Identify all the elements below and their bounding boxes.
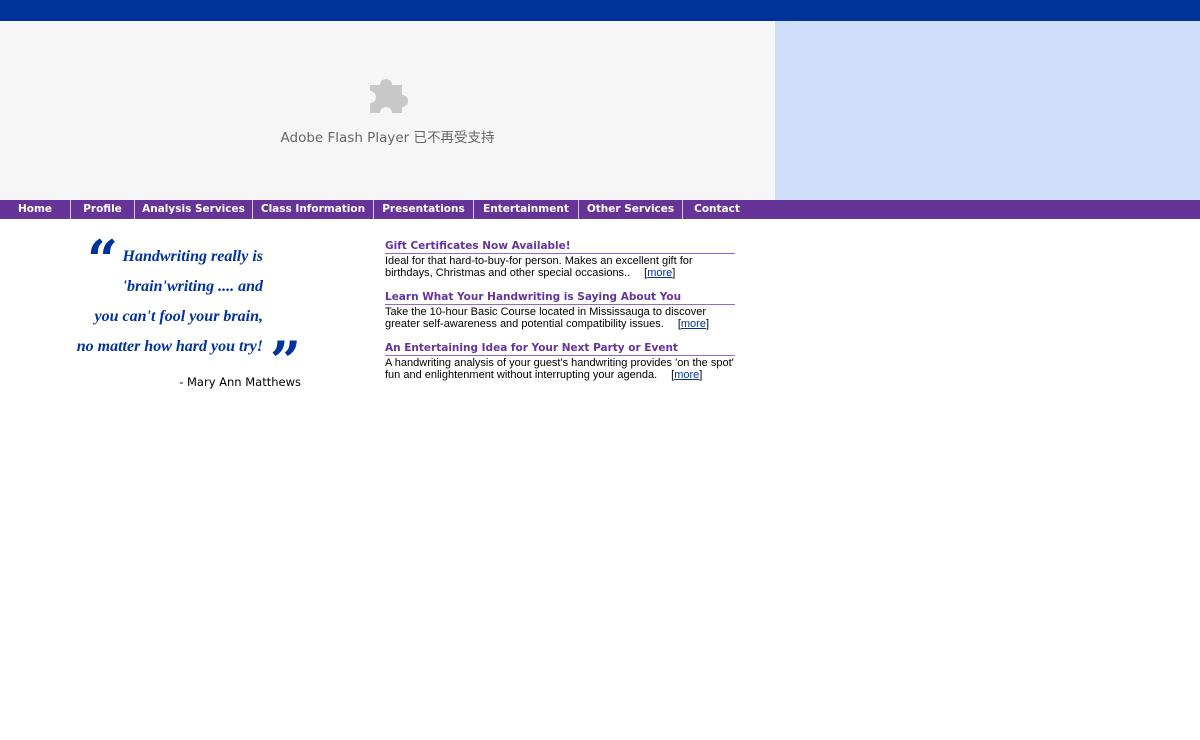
nav-entertainment[interactable]: Entertainment: [474, 200, 579, 219]
more-link[interactable]: more: [674, 369, 699, 381]
news-body: A handwriting analysis of your guest's h…: [385, 357, 735, 381]
news-title: Learn What Your Handwriting is Saying Ab…: [385, 291, 735, 305]
news-item-gift-certificates: Gift Certificates Now Available! Ideal f…: [385, 240, 735, 279]
quote-line: no matter how hard you try!: [76, 338, 263, 355]
main-navigation-bar: Home Profile Analysis Services Class Inf…: [0, 200, 1200, 219]
nav-other-services[interactable]: Other Services: [579, 200, 683, 219]
news-body: Take the 10-hour Basic Course located in…: [385, 306, 735, 330]
flash-unsupported-message: Adobe Flash Player 已不再受支持: [280, 130, 495, 146]
open-quote-icon: “: [87, 228, 119, 292]
news-list: Gift Certificates Now Available! Ideal f…: [385, 240, 735, 393]
news-body: Ideal for that hard-to-buy-for person. M…: [385, 255, 735, 279]
news-text-line: greater self-awareness and potential com…: [385, 318, 664, 330]
quote-author: - Mary Ann Matthews: [179, 375, 301, 389]
quote-line: Handwriting really is: [122, 248, 263, 265]
nav-presentations[interactable]: Presentations: [374, 200, 474, 219]
more-link[interactable]: more: [681, 318, 706, 330]
nav-class-information[interactable]: Class Information: [253, 200, 374, 219]
nav-contact[interactable]: Contact: [683, 200, 751, 219]
testimonial-quote: “ Handwriting really is 'brain'writing .…: [76, 228, 310, 396]
nav-analysis-services[interactable]: Analysis Services: [135, 200, 253, 219]
puzzle-piece-icon: [370, 79, 408, 113]
news-title: Gift Certificates Now Available!: [385, 240, 735, 254]
news-item-handwriting-course: Learn What Your Handwriting is Saying Ab…: [385, 291, 735, 330]
news-text-line: Take the 10-hour Basic Course located in…: [385, 306, 706, 318]
quote-line: you can't fool your brain,: [94, 308, 263, 325]
news-text-line: fun and enlightenment without interrupti…: [385, 369, 658, 381]
news-text-line: Ideal for that hard-to-buy-for person. M…: [385, 255, 693, 267]
news-text-line: A handwriting analysis of your guest's h…: [385, 357, 734, 369]
news-item-party-event: An Entertaining Idea for Your Next Party…: [385, 342, 735, 381]
news-text-line: birthdays, Christmas and other special o…: [385, 267, 631, 279]
nav-profile[interactable]: Profile: [71, 200, 135, 219]
quote-line: 'brain'writing .... and: [122, 278, 264, 295]
more-link[interactable]: more: [647, 267, 672, 279]
nav-home[interactable]: Home: [0, 200, 71, 219]
flash-plugin-placeholder[interactable]: Adobe Flash Player 已不再受支持: [0, 21, 775, 200]
news-title: An Entertaining Idea for Your Next Party…: [385, 342, 735, 356]
more-link-wrapper: [more]: [644, 267, 676, 279]
header-side-panel: [775, 21, 1200, 200]
main-nav: Home Profile Analysis Services Class Inf…: [0, 200, 1200, 219]
more-link-wrapper: [more]: [671, 369, 703, 381]
more-link-wrapper: [more]: [677, 318, 709, 330]
top-banner-bar: [0, 0, 1200, 21]
